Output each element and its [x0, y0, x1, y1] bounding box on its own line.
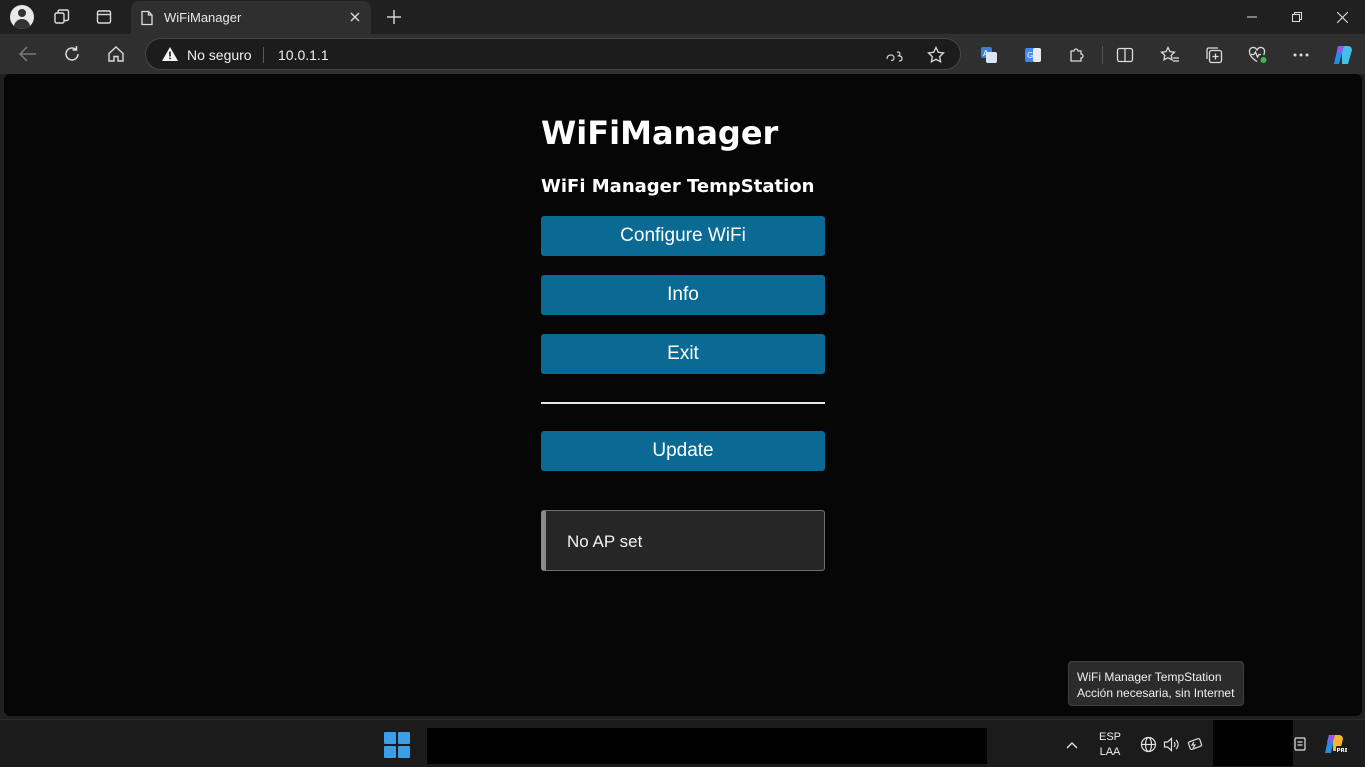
close-icon	[350, 12, 360, 22]
close-window-button[interactable]	[1320, 0, 1364, 34]
read-aloud-button[interactable]	[884, 43, 908, 67]
status-message-box: No AP set	[541, 510, 825, 571]
favorites-button[interactable]	[1157, 42, 1183, 68]
battery-tray-button[interactable]	[1185, 734, 1205, 754]
home-icon	[108, 46, 124, 62]
info-button[interactable]: Info	[541, 275, 825, 315]
url-text[interactable]: 10.0.1.1	[278, 47, 329, 63]
site-security-label[interactable]: No seguro	[187, 47, 252, 63]
notifications-tray-button[interactable]	[1290, 734, 1310, 754]
minimize-button[interactable]	[1230, 0, 1274, 34]
network-tooltip: WiFi Manager TempStation Acción necesari…	[1068, 661, 1244, 706]
translate-text-icon	[886, 51, 903, 62]
extension-translator-button[interactable]: A	[976, 42, 1002, 68]
favorites-list-icon	[1160, 46, 1179, 62]
page-title: WiFiManager	[541, 114, 779, 152]
copilot-icon: PRE	[1325, 735, 1348, 754]
show-hidden-icons-button[interactable]	[1060, 734, 1084, 756]
home-button[interactable]	[100, 40, 132, 68]
taskbar-clock-redacted	[1213, 720, 1293, 766]
refresh-button[interactable]	[56, 40, 88, 68]
status-message-text: No AP set	[567, 532, 643, 551]
favorite-button[interactable]	[924, 43, 948, 67]
input-language-indicator[interactable]: ESP LAA	[1097, 730, 1123, 760]
windows-start-button[interactable]	[384, 732, 410, 758]
vertical-tabs-icon	[96, 10, 112, 24]
volume-tray-button[interactable]	[1161, 734, 1181, 754]
back-button[interactable]	[12, 40, 44, 68]
keyboard-layout-code: LAA	[1099, 746, 1121, 758]
collections-button[interactable]	[1201, 42, 1227, 68]
more-dots-icon	[1293, 53, 1309, 57]
battery-charging-icon	[1187, 737, 1203, 750]
extensions-button[interactable]	[1064, 42, 1090, 68]
copilot-taskbar-button[interactable]: PRE	[1322, 734, 1348, 754]
windows-logo-icon	[398, 746, 410, 758]
network-tray-button[interactable]	[1138, 734, 1158, 754]
svg-text:PRE: PRE	[1337, 748, 1348, 754]
address-divider	[263, 47, 264, 63]
workspaces-icon	[54, 9, 70, 24]
close-icon	[1336, 11, 1348, 23]
notification-icon	[1294, 737, 1306, 751]
section-divider	[541, 402, 825, 404]
copilot-icon	[1334, 46, 1352, 64]
minimize-icon	[1247, 16, 1257, 18]
profile-button[interactable]	[4, 4, 40, 30]
browser-tab-active[interactable]: WiFiManager	[131, 1, 371, 34]
configure-wifi-button[interactable]: Configure WiFi	[541, 216, 825, 256]
windows-logo-icon	[384, 746, 396, 758]
collections-icon	[1206, 47, 1223, 64]
tab-title: WiFiManager	[164, 10, 242, 25]
browser-essentials-button[interactable]	[1245, 42, 1271, 68]
page-viewport: WiFiManager WiFi Manager TempStation Con…	[4, 74, 1362, 716]
speaker-icon	[1163, 736, 1179, 752]
chevron-up-icon	[1066, 742, 1078, 749]
windows-logo-icon	[398, 732, 410, 744]
star-icon	[927, 46, 945, 64]
browser-titlebar: WiFiManager	[0, 0, 1365, 34]
globe-icon	[1140, 736, 1156, 752]
exit-button[interactable]: Exit	[541, 334, 825, 374]
svg-text:G: G	[1027, 51, 1033, 60]
copilot-button[interactable]	[1330, 42, 1356, 68]
taskbar-apps-redacted	[427, 728, 987, 764]
extension-google-translate-button[interactable]: G	[1020, 42, 1046, 68]
puzzle-piece-icon	[1070, 48, 1084, 62]
tooltip-network-status: Acción necesaria, sin Internet	[1077, 686, 1235, 700]
toolbar-divider	[1102, 46, 1103, 64]
restore-button[interactable]	[1275, 0, 1319, 34]
windows-taskbar: ESP LAA PRE	[0, 719, 1365, 767]
new-tab-button[interactable]	[381, 4, 407, 30]
google-translate-icon: G	[1025, 48, 1041, 62]
windows-logo-icon	[384, 732, 396, 744]
plus-icon	[387, 10, 401, 24]
arrow-left-icon	[19, 46, 36, 62]
update-button[interactable]: Update	[541, 431, 825, 471]
device-name-heading: WiFi Manager TempStation	[541, 176, 815, 197]
browser-toolbar: No seguro 10.0.1.1 A G	[0, 34, 1365, 74]
screen: WiFiManager No seguro 10.0.1.1 A G WiFiM…	[0, 0, 1365, 767]
heart-pulse-icon	[1248, 46, 1267, 63]
tab-close-button[interactable]	[345, 7, 365, 27]
tooltip-network-name: WiFi Manager TempStation	[1077, 670, 1222, 684]
translator-icon: A	[981, 47, 997, 63]
restore-icon	[1292, 12, 1302, 22]
svg-text:A: A	[983, 49, 989, 58]
page-favicon-icon	[141, 10, 153, 26]
tab-actions-button[interactable]	[86, 4, 122, 30]
address-bar[interactable]: No seguro 10.0.1.1	[145, 38, 961, 70]
settings-more-button[interactable]	[1288, 42, 1314, 68]
refresh-icon	[65, 46, 79, 61]
split-screen-icon	[1116, 47, 1134, 63]
warning-icon	[162, 47, 178, 61]
workspaces-button[interactable]	[44, 4, 80, 30]
profile-avatar-icon	[10, 5, 34, 29]
language-code: ESP	[1098, 731, 1121, 743]
split-screen-button[interactable]	[1112, 42, 1138, 68]
